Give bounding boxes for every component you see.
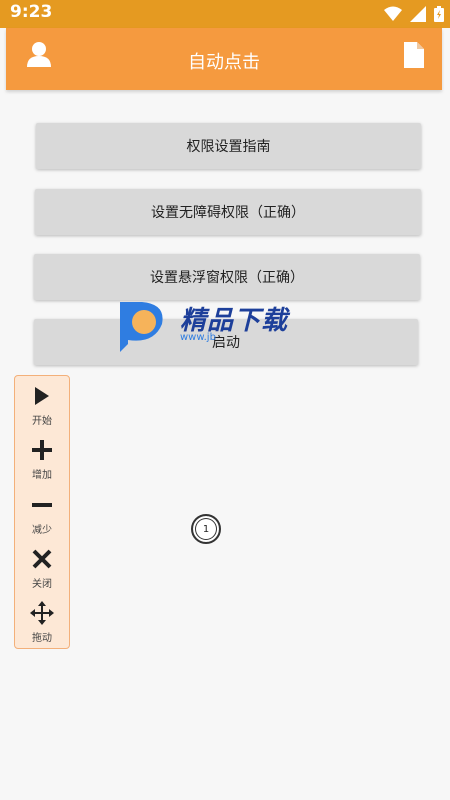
start-button[interactable]: 启动 [34,319,418,365]
plus-icon [15,436,69,464]
close-tool-label: 关闭 [32,579,52,590]
start-tool-button[interactable]: 开始 [15,376,69,430]
reduce-tool-label: 减少 [32,525,52,536]
click-target-number: 1 [202,523,210,535]
overlay-permission-label: 设置悬浮窗权限（正确） [150,270,304,286]
close-tool-button[interactable]: 关闭 [15,539,69,593]
status-icons [384,6,444,22]
floating-control-panel: 开始 增加 减少 关闭 拖动 [14,375,70,649]
start-button-label: 启动 [212,335,240,351]
status-time: 9:23 [10,2,53,22]
permission-guide-label: 权限设置指南 [186,139,271,155]
accessibility-permission-button[interactable]: 设置无障碍权限（正确） [35,189,421,235]
app-bar: 自动点击 [6,28,442,90]
move-icon [15,599,69,627]
add-tool-label: 增加 [32,470,52,481]
play-icon [15,382,69,410]
drag-tool-label: 拖动 [32,633,52,644]
drag-tool-button[interactable]: 拖动 [15,593,69,647]
wifi-icon [384,6,402,21]
status-bar: 9:23 [0,0,450,28]
overlay-permission-button[interactable]: 设置悬浮窗权限（正确） [34,254,420,300]
signal-icon [410,6,426,22]
accessibility-permission-label: 设置无障碍权限（正确） [151,205,305,221]
click-target-marker[interactable]: 1 [191,514,221,544]
add-tool-button[interactable]: 增加 [15,430,69,484]
app-title: 自动点击 [188,52,260,73]
reduce-tool-button[interactable]: 减少 [15,485,69,539]
start-tool-label: 开始 [32,416,52,427]
minus-icon [15,491,69,519]
permission-guide-button[interactable]: 权限设置指南 [36,123,421,169]
close-icon [15,545,69,573]
document-icon[interactable] [404,42,424,72]
battery-icon [434,6,444,22]
